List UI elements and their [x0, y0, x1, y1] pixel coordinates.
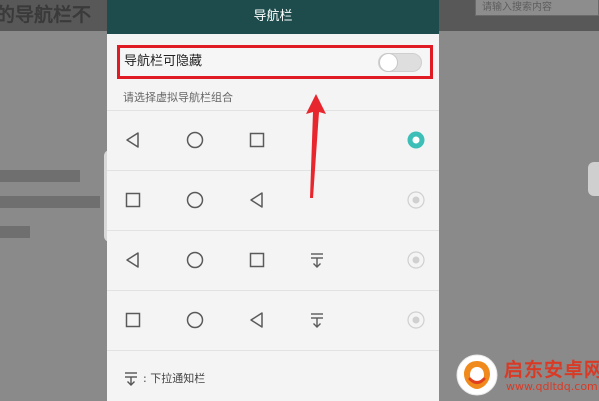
home-icon	[186, 191, 204, 209]
watermark-site-url: www.qdltdq.com	[506, 380, 598, 393]
radio-unselected-icon[interactable]	[407, 191, 425, 209]
background-text-line	[0, 170, 80, 182]
background-text-line	[0, 226, 30, 238]
back-icon	[124, 251, 142, 269]
back-icon	[248, 311, 266, 329]
radio-unselected-icon[interactable]	[407, 251, 425, 269]
radio-selected-icon[interactable]	[407, 131, 425, 149]
watermark-logo-icon	[456, 354, 498, 396]
annotation-arrow-icon	[306, 94, 326, 198]
site-watermark: 启东安卓网 www.qdltdq.com	[455, 345, 599, 401]
notification-pulldown-icon	[308, 311, 326, 329]
home-icon	[186, 251, 204, 269]
back-icon	[124, 131, 142, 149]
background-search-input: 请输入搜索内容	[475, 0, 599, 16]
recent-icon	[124, 191, 142, 209]
radio-unselected-icon[interactable]	[407, 311, 425, 329]
background-text-line	[0, 196, 100, 208]
panel-header: 导航栏	[107, 0, 439, 34]
watermark-site-name: 启东安卓网	[504, 359, 599, 381]
background-page-title: 的导航栏不	[0, 4, 92, 26]
recent-icon	[248, 251, 266, 269]
back-icon	[248, 191, 266, 209]
notification-pulldown-icon	[124, 371, 138, 387]
navbar-combination-option[interactable]	[107, 170, 439, 231]
navbar-combination-option[interactable]	[107, 290, 439, 351]
home-icon	[186, 131, 204, 149]
combination-section-label: 请选择虚拟导航栏组合	[123, 91, 233, 104]
navbar-hide-toggle[interactable]	[378, 53, 422, 72]
toggle-knob	[379, 53, 398, 72]
legend-text: : 下拉通知栏	[143, 372, 206, 385]
background-card-edge	[588, 162, 599, 196]
recent-icon	[124, 311, 142, 329]
navbar-combination-option[interactable]	[107, 110, 439, 171]
navbar-hide-label: 导航栏可隐藏	[124, 54, 203, 69]
recent-icon	[248, 131, 266, 149]
navbar-hide-setting-row[interactable]: 导航栏可隐藏	[117, 45, 433, 79]
notification-pulldown-icon	[308, 251, 326, 269]
navbar-combination-option[interactable]	[107, 230, 439, 291]
home-icon	[186, 311, 204, 329]
legend-footer: : 下拉通知栏	[107, 350, 439, 401]
navigation-bar-settings-panel: 导航栏 导航栏可隐藏 请选择虚拟导航栏组合 : 下拉通知栏	[107, 0, 439, 401]
